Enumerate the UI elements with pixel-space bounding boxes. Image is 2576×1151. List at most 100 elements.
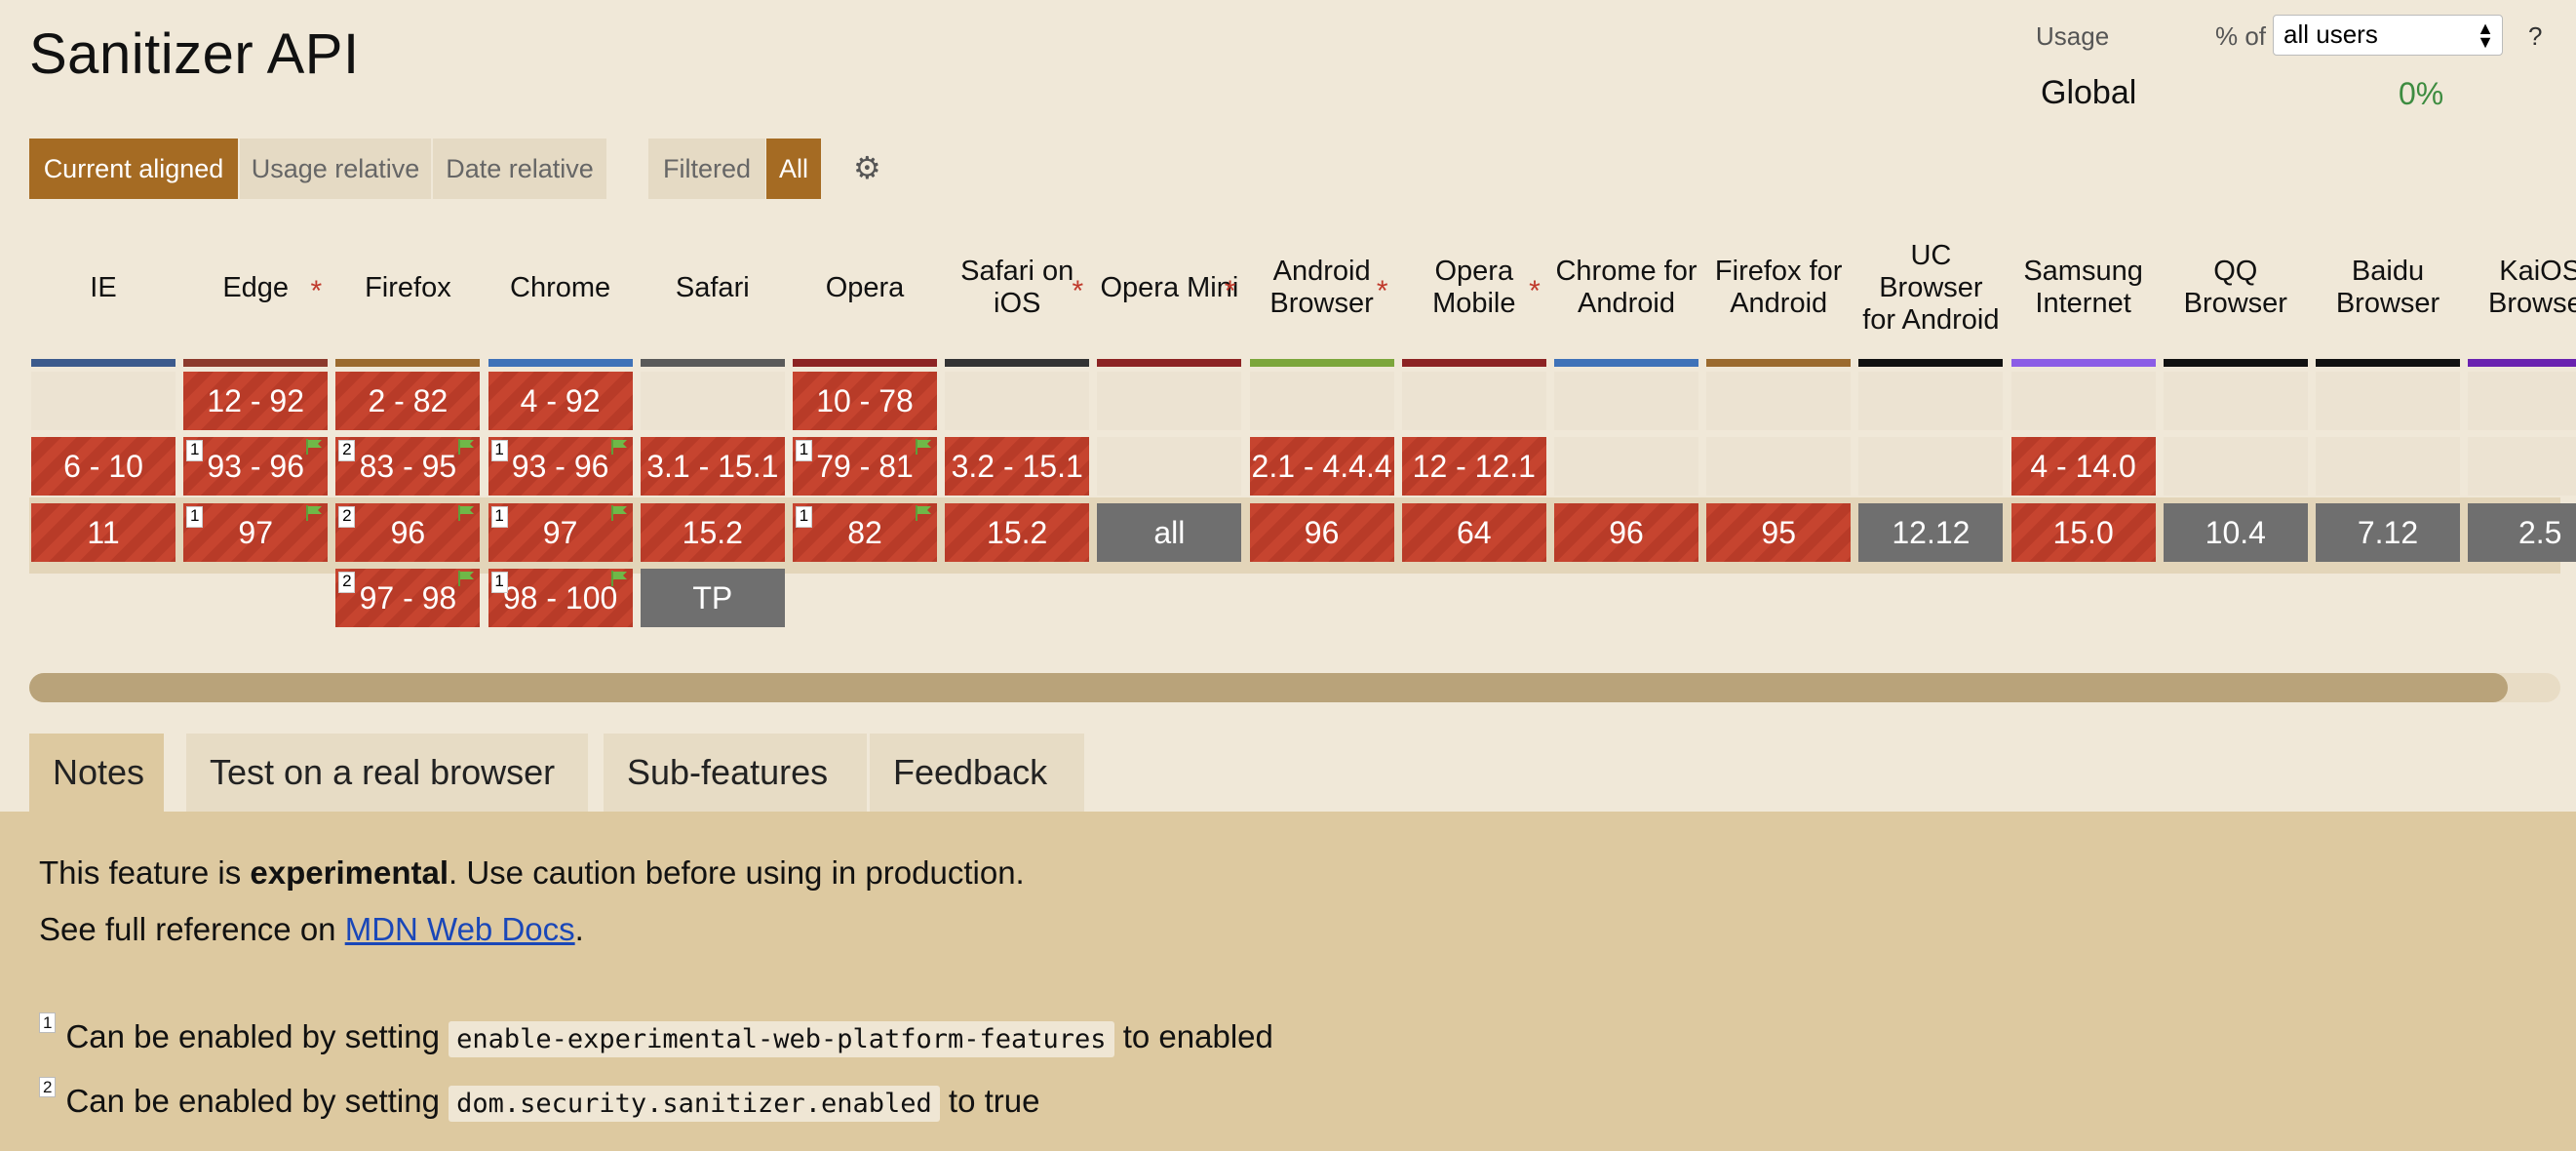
support-cell[interactable]: 82 1	[793, 503, 937, 562]
version-label: 15.2	[987, 514, 1048, 550]
global-label: Global	[2041, 74, 2137, 111]
note-number-badge: 1	[186, 440, 204, 461]
browser-name: QQ Browser	[2183, 256, 2287, 319]
browser-header[interactable]: Safari	[641, 224, 785, 351]
flag-icon	[458, 505, 475, 521]
browser-color-bar	[2010, 359, 2156, 367]
support-cell[interactable]: 83 - 95 2	[335, 437, 481, 496]
browser-name: Firefox for Android	[1714, 256, 1843, 319]
tab-notes[interactable]: Notes	[29, 734, 164, 812]
browser-header[interactable]: UC Browser for Android	[1858, 224, 2003, 351]
note-number-badge: 1	[490, 506, 508, 528]
support-cell[interactable]: 3.1 - 15.1	[640, 437, 785, 496]
support-cell[interactable]: 11	[31, 503, 176, 562]
browser-color-bar	[2163, 359, 2308, 367]
browser-header[interactable]: Edge *	[183, 224, 328, 351]
support-cell[interactable]: 12 - 12.1	[1401, 437, 1546, 496]
tab-sub-features[interactable]: Sub-features	[604, 734, 867, 812]
support-cell[interactable]: 12 - 92	[183, 372, 329, 430]
support-cell[interactable]: 15.2	[945, 503, 1090, 562]
support-cell[interactable]: 3.2 - 15.1	[945, 437, 1090, 496]
support-cell[interactable]: 2 - 82	[335, 372, 481, 430]
tab-test-real-browser[interactable]: Test on a real browser	[186, 734, 588, 812]
support-cell[interactable]: 95	[1706, 503, 1852, 562]
support-cell[interactable]: 93 - 96 1	[488, 437, 633, 496]
browser-header[interactable]: Opera Mini *	[1097, 224, 1241, 351]
flag-icon	[610, 571, 627, 586]
version-label: 95	[1761, 514, 1796, 550]
support-cell[interactable]: 96	[1249, 503, 1394, 562]
note-number-badge: 2	[338, 572, 356, 593]
version-label: 97 - 98	[359, 579, 457, 615]
support-cell[interactable]: 97 1	[488, 503, 633, 562]
support-cell[interactable]: 12.12	[1858, 503, 2004, 562]
browser-color-bar	[2316, 359, 2460, 367]
browser-header[interactable]: Android Browser *	[1250, 224, 1394, 351]
support-cell[interactable]: all	[1097, 503, 1242, 562]
help-icon[interactable]: ?	[2528, 21, 2542, 52]
support-cell[interactable]: 96 2	[335, 503, 481, 562]
mdn-link[interactable]: MDN Web Docs	[345, 911, 575, 947]
notes-panel: This feature is experimental. Use cautio…	[0, 812, 2576, 1151]
version-label: 3.1 - 15.1	[646, 448, 779, 484]
users-select[interactable]: all users ▲ ▼	[2273, 15, 2503, 56]
browser-color-bar	[335, 359, 481, 367]
browser-header[interactable]: IE	[31, 224, 176, 351]
all-button[interactable]: All	[766, 139, 821, 199]
support-cell[interactable]: 10.4	[2163, 503, 2308, 562]
support-cell[interactable]: 64	[1401, 503, 1546, 562]
support-cell[interactable]: 15.0	[2010, 503, 2156, 562]
support-cell[interactable]: 4 - 92	[488, 372, 633, 430]
note-number-badge: 1	[490, 440, 508, 461]
version-label: 98 - 100	[502, 579, 618, 615]
version-label: 2 - 82	[368, 382, 449, 418]
filtered-button[interactable]: Filtered	[648, 139, 765, 199]
support-cell[interactable]: 4 - 14.0	[2010, 437, 2156, 496]
support-cell[interactable]: 2.1 - 4.4.4	[1249, 437, 1394, 496]
browser-name: Safari on iOS	[960, 256, 1074, 319]
browser-header[interactable]: Opera	[793, 224, 937, 351]
partial-support-asterisk: *	[1376, 275, 1388, 307]
support-cell[interactable]: 98 - 100 1	[488, 569, 633, 627]
browser-name: Chrome for Android	[1555, 256, 1698, 319]
support-cell[interactable]: 93 - 96 1	[183, 437, 329, 496]
support-cell[interactable]: TP	[640, 569, 785, 627]
partial-support-asterisk: *	[1072, 275, 1084, 307]
support-cell[interactable]: 97 1	[183, 503, 329, 562]
browser-header[interactable]: Chrome	[488, 224, 633, 351]
support-cell[interactable]: 96	[1554, 503, 1698, 562]
browser-color-bar	[2468, 359, 2576, 367]
page-title: Sanitizer API	[29, 22, 360, 86]
browser-name: UC Browser for Android	[1862, 239, 2000, 336]
browser-header[interactable]: QQ Browser	[2164, 224, 2308, 351]
support-cell[interactable]: 79 - 81 1	[793, 437, 937, 496]
support-cell[interactable]: 97 - 98 2	[335, 569, 481, 627]
support-cell[interactable]: 15.2	[640, 503, 785, 562]
browser-name: IE	[90, 271, 117, 303]
browser-header[interactable]: Samsung Internet	[2011, 224, 2156, 351]
browser-header[interactable]: Opera Mobile *	[1402, 224, 1546, 351]
support-cell[interactable]: 10 - 78	[793, 372, 937, 430]
browser-header[interactable]: Chrome for Android	[1554, 224, 1698, 351]
browser-header[interactable]: Firefox	[335, 224, 480, 351]
support-cell	[2468, 437, 2576, 496]
scrollbar-thumb[interactable]	[29, 673, 2508, 702]
gear-icon[interactable]: ⚙	[853, 152, 884, 183]
support-cell	[2010, 372, 2156, 430]
browser-header[interactable]: Baidu Browser	[2316, 224, 2460, 351]
support-cell[interactable]: 6 - 10	[31, 437, 176, 496]
version-label: 4 - 92	[520, 382, 601, 418]
support-cell[interactable]: 7.12	[2316, 503, 2460, 562]
version-label: 93 - 96	[511, 448, 609, 484]
current-aligned-button[interactable]: Current aligned	[29, 139, 238, 199]
browser-header[interactable]: Safari on iOS *	[945, 224, 1089, 351]
date-relative-button[interactable]: Date relative	[433, 139, 606, 199]
version-label: 79 - 81	[816, 448, 914, 484]
version-label: TP	[692, 579, 733, 615]
browser-header[interactable]: KaiOS Browser	[2468, 224, 2576, 351]
browser-header[interactable]: Firefox for Android	[1706, 224, 1851, 351]
browser-name: KaiOS Browser	[2488, 256, 2576, 319]
support-cell[interactable]: 2.5	[2468, 503, 2576, 562]
tab-feedback[interactable]: Feedback	[870, 734, 1084, 812]
usage-relative-button[interactable]: Usage relative	[240, 139, 431, 199]
